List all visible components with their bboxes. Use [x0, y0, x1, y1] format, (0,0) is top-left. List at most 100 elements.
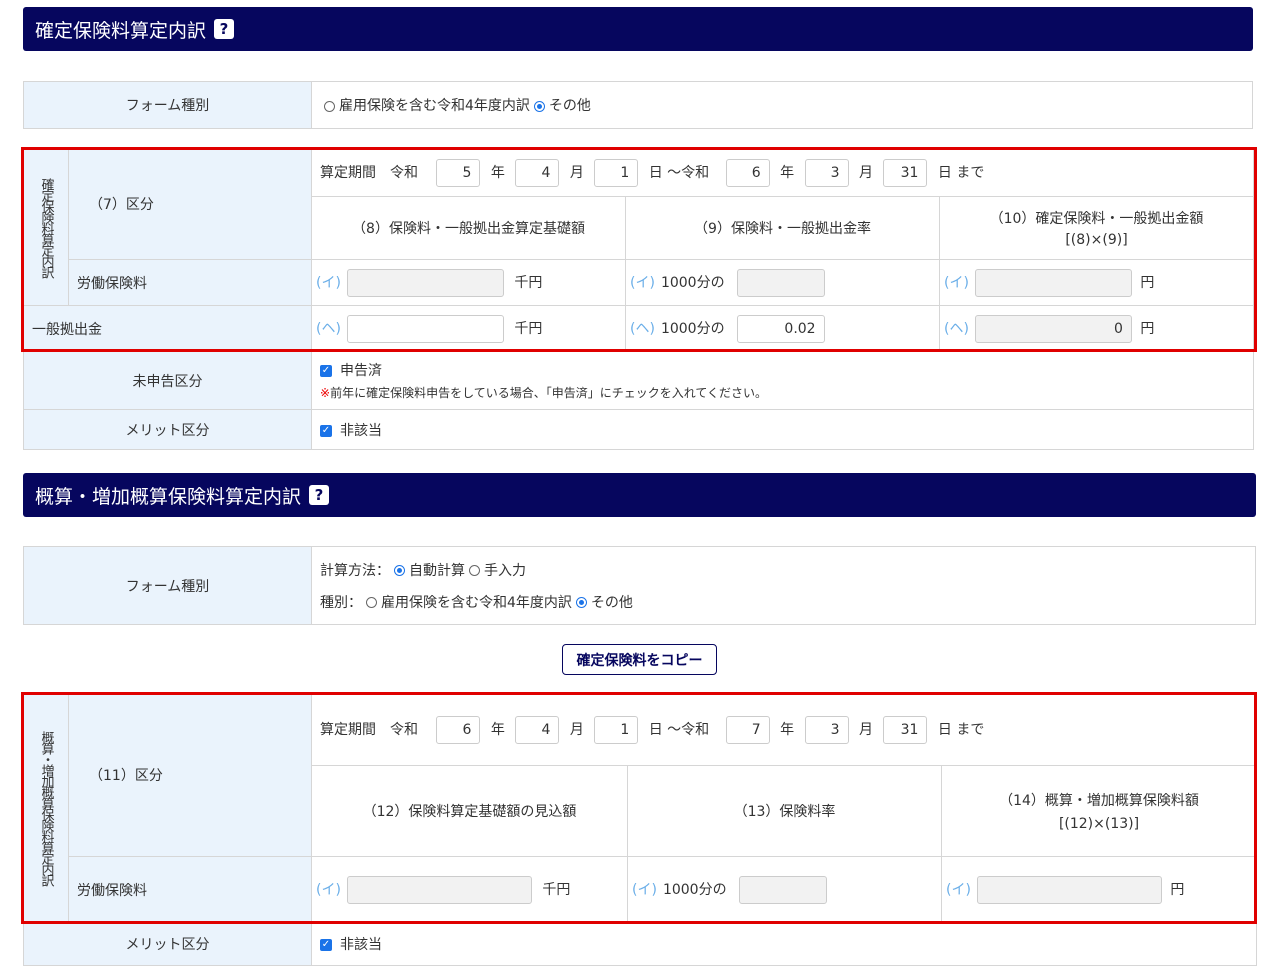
copy-confirmed-button[interactable]: 確定保険料をコピー [562, 644, 717, 675]
labor-label: 労働保険料 [68, 856, 312, 923]
radio-label: 雇用保険を含む令和4年度内訳 [339, 98, 530, 114]
start-day-input[interactable]: 1 [594, 715, 639, 744]
labor-label: 労働保険料 [68, 259, 312, 306]
unit: 年 [490, 721, 505, 738]
unit: 月 [569, 164, 584, 181]
checkbox-label: 非該当 [340, 422, 382, 439]
era: 令和 [390, 721, 418, 738]
note: ※前年に確定保険料申告をしている場合、「申告済」にチェックを入れてください。 [320, 384, 1245, 401]
unit: 年 [780, 721, 795, 738]
marker: (イ) [944, 274, 969, 291]
form-type-label: フォーム種別 [23, 81, 312, 129]
radio-auto[interactable] [394, 565, 405, 576]
form-type-label: フォーム種別 [23, 546, 312, 625]
section-header-confirmed: 確定保険料算定内訳? [23, 7, 1253, 51]
end-month-input[interactable]: 3 [804, 715, 849, 744]
radio-label: 雇用保険を含む令和4年度内訳 [381, 594, 572, 611]
unit: 月 [858, 721, 873, 738]
shinkoku-done-checkbox[interactable]: ✓ [320, 365, 332, 377]
col-header-9: （9）保険料・一般拠出金率 [625, 196, 940, 260]
end-day-input[interactable]: 31 [883, 158, 928, 187]
unit: 円 [1140, 274, 1155, 291]
end-month-input[interactable]: 3 [804, 158, 849, 187]
labor-rate-input [736, 268, 825, 297]
general-amount-input: 0 [974, 314, 1132, 343]
labor-amount-input [976, 875, 1162, 904]
start-year-input[interactable]: 6 [436, 715, 481, 744]
merit-label: メリット区分 [23, 922, 312, 966]
col-header-10: （10）確定保険料・一般拠出金額 [(8)×(9)] [938, 196, 1255, 260]
period-row: 算定期間 令和 5 年 4 月 1 日 ～令和 6 年 3 月 31 日 まで [310, 148, 1255, 197]
labor-rate-input [738, 875, 827, 904]
start-day-input[interactable]: 1 [594, 158, 639, 187]
form-type-table-2: フォーム種別 計算方法： 自動計算 手入力 種別： 雇用保険を含む令和4年度内訳 その他 [23, 546, 1256, 625]
start-month-input[interactable]: 4 [515, 158, 560, 187]
radio-label: その他 [548, 98, 591, 114]
radio-employment-r4[interactable] [366, 597, 377, 608]
col-header-10-line1: （10）確定保険料・一般拠出金額 [989, 211, 1204, 227]
checkbox-label: 申告済 [340, 363, 382, 379]
unit: 円 [1170, 881, 1185, 898]
marker: (ヘ) [316, 320, 341, 337]
general-label: 一般拠出金 [23, 305, 312, 352]
period-row: 算定期間 令和 6 年 4 月 1 日 ～令和 7 年 3 月 31 日 まで [310, 693, 1258, 766]
confirmed-breakdown-table: 確定保険料算定内訳 （7）区分 算定期間 令和 5 年 4 月 1 日 ～令和 6… [23, 148, 1255, 450]
labor-base-input [346, 875, 532, 904]
checkbox-label: 非該当 [340, 937, 382, 953]
end-year-input[interactable]: 6 [725, 158, 770, 187]
marker: (イ) [316, 881, 341, 898]
general-base-input[interactable] [346, 314, 504, 343]
col-header-14: （14）概算・増加概算保険料額 [(12)×(13)] [940, 765, 1258, 857]
marker: (イ) [316, 274, 341, 291]
labor-amount-input [974, 268, 1132, 297]
radio-other[interactable] [533, 100, 545, 112]
merit-checkbox[interactable]: ✓ [320, 939, 332, 951]
col-header-10-line2: [(8)×(9)] [1065, 232, 1128, 248]
note-mark: ※ [320, 386, 331, 400]
col-header-14-line2: [(12)×(13)] [1058, 816, 1140, 832]
marker: (イ) [632, 881, 657, 898]
col-header-14-line1: （14）概算・増加概算保険料額 [999, 793, 1199, 809]
radio-label: 自動計算 [409, 562, 465, 579]
labor-base-input [346, 268, 504, 297]
marker: (ヘ) [630, 320, 655, 337]
unit: 千円 [514, 274, 543, 291]
unit: 千円 [542, 881, 571, 898]
marker: (イ) [630, 274, 655, 291]
calc-label: 計算方法： [320, 562, 390, 579]
vertical-label: 確定保険料算定内訳 [23, 148, 69, 306]
unit: 日 まで [937, 164, 985, 181]
note-text: 前年に確定保険料申告をしている場合、「申告済」にチェックを入れてください。 [330, 386, 767, 400]
section-title: 概算・増加概算保険料算定内訳 [35, 485, 302, 508]
unit: 月 [858, 164, 873, 181]
end-day-input[interactable]: 31 [883, 715, 928, 744]
form-type-table: フォーム種別 雇用保険を含む令和4年度内訳 その他 [23, 81, 1253, 129]
radio-other[interactable] [575, 597, 587, 608]
start-year-input[interactable]: 5 [436, 158, 481, 187]
radio-employment-r4[interactable] [324, 100, 335, 112]
unit: 日 ～令和 [648, 721, 710, 738]
help-icon[interactable]: ? [214, 19, 235, 39]
kubun-label: （7）区分 [68, 148, 312, 260]
radio-manual[interactable] [469, 565, 480, 576]
col-header-13: （13）保険料率 [627, 765, 942, 857]
unit: 1000分の [660, 320, 725, 337]
end-year-input[interactable]: 7 [725, 715, 770, 744]
col-header-12: （12）保険料算定基礎額の見込額 [311, 765, 628, 857]
unit: 年 [490, 164, 505, 181]
merit-checkbox[interactable]: ✓ [320, 424, 332, 437]
vertical-label: 概算・増加概算保険料算定内訳 [23, 693, 69, 923]
marker: (ヘ) [944, 320, 969, 337]
unit: 円 [1140, 320, 1155, 337]
section-header-estimated: 概算・増加概算保険料算定内訳? [23, 473, 1256, 517]
estimated-breakdown-table: 概算・増加概算保険料算定内訳 （11）区分 算定期間 令和 6 年 4 月 1 日… [23, 693, 1258, 966]
help-icon[interactable]: ? [309, 485, 330, 505]
radio-label: 手入力 [484, 562, 526, 579]
general-rate-input: 0.02 [736, 314, 825, 343]
unit: 1000分の [662, 881, 727, 898]
col-header-8: （8）保険料・一般拠出金算定基礎額 [311, 196, 626, 260]
marker: (イ) [946, 881, 971, 898]
unit: 1000分の [660, 274, 725, 291]
unit: 日 ～令和 [648, 164, 710, 181]
start-month-input[interactable]: 4 [515, 715, 560, 744]
